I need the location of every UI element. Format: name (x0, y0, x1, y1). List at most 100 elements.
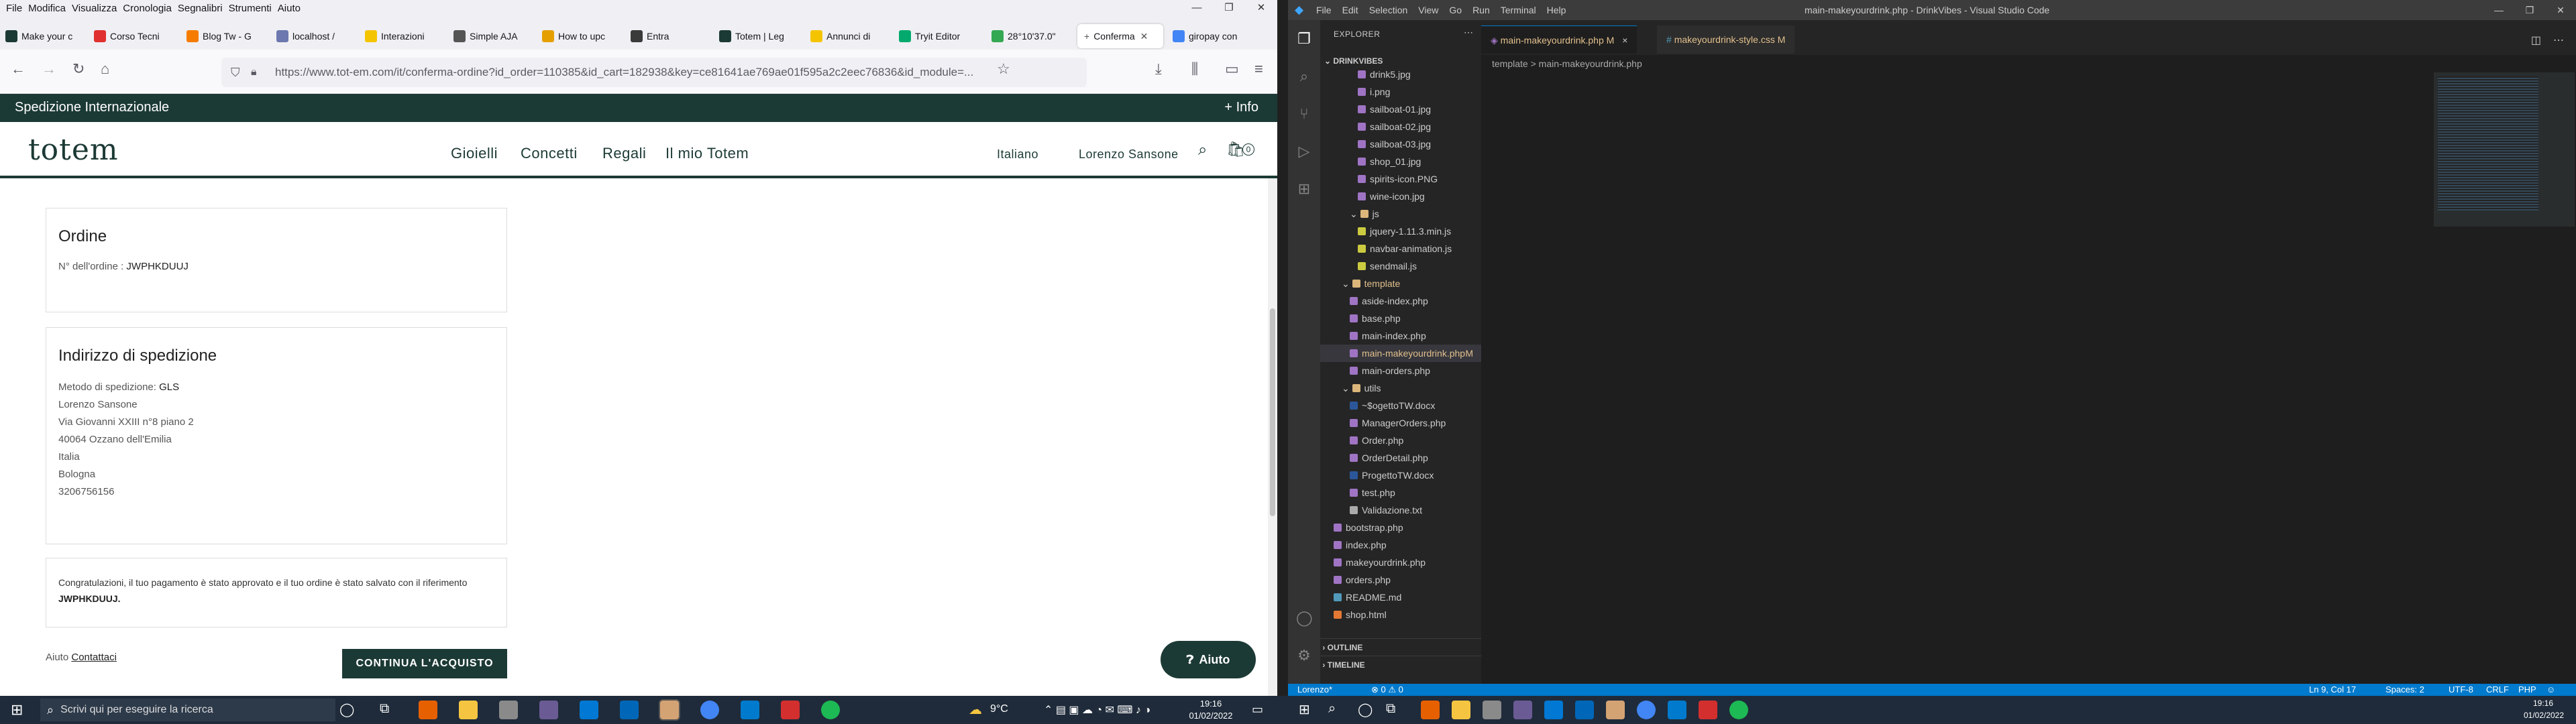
url-bar[interactable]: ⛉ 🔒︎ https://www.tot-em.com/it/conferma-… (221, 58, 1087, 87)
tree-file[interactable]: shop_01.jpg (1320, 153, 1481, 170)
tree-file[interactable]: Validazione.txt (1320, 501, 1481, 519)
tab-maps[interactable]: 28°10'37.0" (991, 24, 1064, 48)
sidebar-icon[interactable]: ▭ (1225, 60, 1239, 78)
timeline-section[interactable]: › TIMELINE (1320, 656, 1481, 673)
explorer-icon[interactable]: ❐ (1296, 31, 1312, 47)
restore-icon[interactable]: ❐ (2514, 0, 2545, 20)
media-app-icon[interactable] (1606, 701, 1625, 719)
forward-icon[interactable]: → (42, 60, 56, 78)
bookmark-star-icon[interactable]: ☆ (997, 60, 1010, 78)
tree-file[interactable]: main-makeyourdrink.php M (1320, 345, 1481, 362)
tree-file[interactable]: i.png (1320, 83, 1481, 101)
tree-file[interactable]: navbar-animation.js (1320, 240, 1481, 257)
minimize-icon[interactable]: — (1181, 0, 1213, 16)
tab-simple-ajax[interactable]: Simple AJA (453, 24, 529, 48)
tab-how-to[interactable]: How to upc (542, 24, 617, 48)
calculator-icon[interactable] (1483, 701, 1501, 719)
menu-strumenti[interactable]: Strumenti (229, 3, 272, 14)
system-tray-icons[interactable]: ⌃ ▤ ▣ ☁ ◔ ✉ ⌨ ♪ ◑ (1044, 703, 1150, 717)
home-icon[interactable]: ⌂ (101, 60, 109, 78)
code-editor[interactable] (1481, 72, 2420, 684)
edge-icon[interactable] (1544, 701, 1563, 719)
site-logo[interactable]: totem (28, 133, 119, 167)
task-view-icon[interactable]: ⧉ (380, 701, 389, 717)
tab-tryit[interactable]: Tryit Editor (899, 24, 978, 48)
menu-cronologia[interactable]: Cronologia (123, 3, 172, 14)
taskbar-search-box[interactable]: ⌕ Scrivi qui per eseguire la ricerca (40, 699, 335, 721)
vscode-taskbar-icon[interactable] (741, 701, 759, 719)
tab-make-your[interactable]: Make your c (5, 24, 78, 48)
chrome-icon[interactable] (1637, 701, 1656, 719)
nav-concetti[interactable]: Concetti (521, 145, 578, 162)
back-icon[interactable]: ← (11, 60, 25, 78)
file-explorer-icon[interactable] (1452, 701, 1470, 719)
tab-main-makeyourdrink[interactable]: ◈ main-makeyourdrink.php M × (1481, 25, 1638, 54)
tree-file[interactable]: base.php (1320, 310, 1481, 327)
help-chat-button[interactable]: ❓︎ Aiuto (1161, 641, 1256, 678)
firefox-taskbar-icon[interactable] (1421, 701, 1440, 719)
minimap[interactable] (2428, 72, 2576, 684)
store-icon[interactable] (620, 701, 639, 719)
tab-interazioni[interactable]: Interazioni (365, 24, 440, 48)
pdf-reader-icon[interactable] (1699, 701, 1717, 719)
spotify-icon[interactable] (1729, 701, 1748, 719)
firefox-taskbar-icon[interactable] (419, 701, 437, 719)
menu-run[interactable]: Run (1472, 5, 1490, 15)
status-indentation[interactable]: Spaces: 2 (2385, 684, 2424, 695)
status-encoding[interactable]: UTF-8 (2449, 684, 2473, 695)
tree-file[interactable]: shop.html (1320, 606, 1481, 623)
file-explorer-icon[interactable] (459, 701, 478, 719)
windows-start-icon[interactable]: ⊞ (11, 701, 23, 719)
lock-icon[interactable]: 🔒︎ (251, 66, 257, 78)
shield-icon[interactable]: ⛉ (231, 66, 240, 80)
menu-file[interactable]: File (6, 3, 22, 14)
tree-file[interactable]: bootstrap.php (1320, 519, 1481, 536)
status-eol[interactable]: CRLF (2486, 684, 2509, 695)
tree-file[interactable]: orders.php (1320, 571, 1481, 589)
tree-file[interactable]: aside-index.php (1320, 292, 1481, 310)
status-language[interactable]: PHP (2518, 684, 2536, 695)
store-icon[interactable] (1575, 701, 1594, 719)
project-folder-header[interactable]: ⌄ DRINKVIBES (1324, 56, 1383, 66)
tree-file[interactable]: test.php (1320, 484, 1481, 501)
menu-go[interactable]: Go (1449, 5, 1462, 15)
tree-file[interactable]: ProgettoTW.docx (1320, 467, 1481, 484)
menu-help[interactable]: Help (1547, 5, 1566, 15)
tree-file[interactable]: sendmail.js (1320, 257, 1481, 275)
tree-file[interactable]: OrderDetail.php (1320, 449, 1481, 467)
tab-conferma-active[interactable]: + Conferma ✕ (1077, 24, 1163, 48)
menu-segnalibri[interactable]: Segnalibri (178, 3, 223, 14)
menu-selection[interactable]: Selection (1369, 5, 1408, 15)
tree-file[interactable]: main-orders.php (1320, 362, 1481, 379)
minimize-icon[interactable]: — (2483, 0, 2514, 20)
tree-folder[interactable]: ⌄ utils (1320, 379, 1481, 397)
tree-file[interactable]: Order.php (1320, 432, 1481, 449)
menu-view[interactable]: View (1418, 5, 1438, 15)
status-problems[interactable]: ⊗ 0 ⚠ 0 (1371, 684, 1403, 695)
spotify-icon[interactable] (821, 701, 840, 719)
tree-file[interactable]: jquery-1.11.3.min.js (1320, 223, 1481, 240)
clock-time[interactable]: 19:16 (1187, 699, 1234, 709)
vscode-taskbar-icon[interactable] (1668, 701, 1686, 719)
outline-section[interactable]: › OUTLINE (1320, 638, 1481, 656)
extensions-icon[interactable]: ⊞ (1296, 181, 1312, 197)
contact-link[interactable]: Contattaci (71, 652, 117, 663)
close-icon[interactable]: ✕ (2545, 0, 2576, 20)
nav-il-mio-totem[interactable]: Il mio Totem (665, 145, 749, 162)
tree-folder[interactable]: ⌄ js (1320, 205, 1481, 223)
app-menu-icon[interactable]: ≡ (1254, 60, 1263, 78)
scrollbar-thumb[interactable] (1270, 308, 1275, 516)
weather-temperature[interactable]: 9°C (990, 703, 1008, 715)
menu-modifica[interactable]: Modifica (28, 3, 66, 14)
tree-file[interactable]: README.md (1320, 589, 1481, 606)
tab-corso[interactable]: Corso Tecni (94, 24, 173, 48)
chrome-icon[interactable] (700, 701, 719, 719)
tree-folder[interactable]: ⌄ template (1320, 275, 1481, 292)
tree-file[interactable]: wine-icon.jpg (1320, 188, 1481, 205)
edge-icon[interactable] (580, 701, 598, 719)
downloads-icon[interactable]: ⤓ (1155, 60, 1162, 78)
tab-makeyourdrink-style[interactable]: # makeyourdrink-style.css M (1657, 25, 1795, 54)
tree-file[interactable]: main-index.php (1320, 327, 1481, 345)
settings-gear-icon[interactable]: ⚙ (1296, 648, 1312, 664)
app-icon[interactable] (539, 701, 558, 719)
